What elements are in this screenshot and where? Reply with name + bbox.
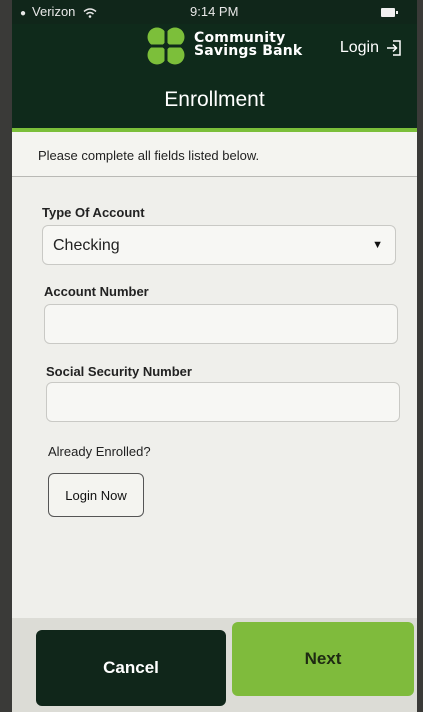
header-login-link[interactable]: Login [340,39,403,57]
ssn-label: Social Security Number [46,364,192,379]
app-header: Community Savings Bank Login Enrollment [12,24,417,128]
next-button[interactable]: Next [232,622,414,696]
carrier-info: ● Verizon [20,4,97,19]
footer-actions: Cancel Next [12,618,417,712]
account-type-select[interactable]: Checking ▼ [42,225,396,265]
cancel-button[interactable]: Cancel [36,630,226,706]
wifi-icon [83,7,97,18]
instructions-banner: Please complete all fields listed below. [12,132,417,177]
carrier-name: Verizon [32,4,76,19]
already-enrolled-text: Already Enrolled? [48,444,151,459]
instructions-text: Please complete all fields listed below. [38,148,260,163]
page-title: Enrollment [164,88,265,111]
ssn-input[interactable] [46,382,400,422]
dropdown-caret-icon: ▼ [372,239,383,251]
status-bar: ● Verizon 9:14 PM [12,0,417,24]
account-type-value: Checking [53,237,120,254]
account-number-label: Account Number [44,284,149,299]
account-type-label: Type Of Account [42,205,145,220]
clover-logo-icon [146,26,186,66]
login-icon [387,40,401,56]
login-now-button[interactable]: Login Now [48,473,144,517]
clock: 9:14 PM [190,4,239,19]
phone-screen: ● Verizon 9:14 PM Community Savings Bank … [12,0,417,712]
account-number-input[interactable] [44,304,398,344]
bank-name: Community Savings Bank [194,31,303,59]
signal-icon: ● [20,8,27,19]
bank-name-line2: Savings Bank [194,43,303,59]
header-login-label: Login [339,39,379,56]
enrollment-form: Type Of Account Checking ▼ Account Numbe… [12,177,417,627]
battery-icon [381,8,398,17]
